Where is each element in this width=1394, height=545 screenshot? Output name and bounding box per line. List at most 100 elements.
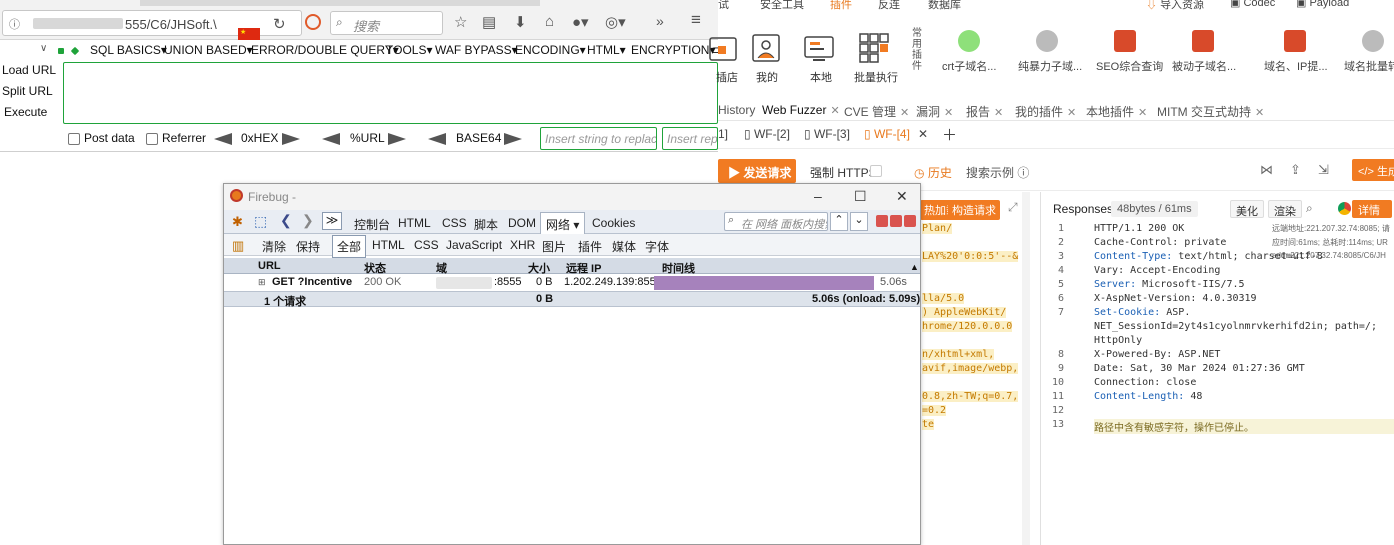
codec-button[interactable]: ▣ Codec [1230,0,1275,9]
detach-panel-icon[interactable] [890,215,902,227]
overflow-icon[interactable]: » [656,13,664,29]
expand-icon[interactable]: ⊞ [258,277,266,288]
domain-batch-plugin-icon[interactable] [1362,30,1384,52]
load-url-button[interactable]: Load URL [2,63,56,77]
info-icon[interactable]: ⓘ [9,16,20,32]
search-example-button[interactable]: 搜索示例 ⓘ [966,164,1029,181]
post-data-checkbox[interactable] [68,133,80,145]
top-menu-database[interactable]: 数据库 [928,0,961,12]
table-row[interactable]: ⊞ GET ?Incentive 200 OK :8555 0 B 1.202.… [224,275,920,291]
tab-script[interactable]: 脚本 [474,216,498,233]
noscript-icon[interactable] [305,14,321,30]
chrome-icon[interactable] [1338,202,1351,215]
add-tab-icon[interactable]: ＋ [942,124,957,145]
back-icon[interactable]: ❮ [280,212,292,229]
forward-icon[interactable]: ❯ [302,212,314,229]
close-icon[interactable]: ✕ [900,107,909,119]
download-icon[interactable]: ⬇ [514,13,527,31]
col-timeline[interactable]: 时间线 [662,260,695,276]
history-button[interactable]: ◷ 历史 [914,164,952,181]
tab-console[interactable]: 控制台 [354,216,390,233]
wf-tab-1[interactable]: 1] [718,127,728,141]
search-box[interactable]: ⌕ 搜索 [330,11,443,35]
col-size[interactable]: 大小 [528,260,550,276]
close-icon[interactable]: ✕ [1138,107,1147,119]
plugin-store-icon[interactable] [708,32,740,64]
tab-dom[interactable]: DOM [508,216,536,230]
minimize-panel-icon[interactable] [876,215,888,227]
menu-error-double-query[interactable]: ERROR/DOUBLE QUERY▾ [251,43,399,57]
referrer-checkbox[interactable] [146,133,158,145]
menu-html[interactable]: HTML▾ [587,43,626,57]
export-icon[interactable]: ⇪ [1290,162,1301,178]
tab-web-fuzzer[interactable]: Web Fuzzer ✕ [762,103,840,117]
filter-css[interactable]: CSS [414,238,439,252]
plugin-seo[interactable]: SEO综合查询 [1096,58,1163,74]
menu-encryption[interactable]: ENCRYPTION▾ [631,43,715,57]
menu-encoding[interactable]: ENCODING▾ [515,43,586,57]
top-menu-reverse[interactable]: 反连 [878,0,900,12]
tab-report[interactable]: 报告 ✕ [966,103,1003,120]
firebug-bug-icon[interactable]: ✱ [232,214,243,230]
seo-plugin-icon[interactable] [1114,30,1136,52]
insert-replacement-input[interactable]: Insert repl [662,127,718,150]
hex-decode-arrow-icon[interactable] [214,133,232,145]
reading-list-icon[interactable]: ▤ [482,13,496,31]
net-search-box[interactable]: ⌕ 在 网络 面板内搜索 [724,212,828,231]
search-prev-icon[interactable]: ⌃ [830,212,848,231]
chevron-down-icon[interactable]: ∨ [40,43,47,54]
bookmark-star-icon[interactable]: ☆ [454,13,467,31]
filter-xhr[interactable]: XHR [510,238,535,252]
my-plugins-icon[interactable] [750,32,782,64]
close-panel-icon[interactable] [904,215,916,227]
filter-fonts[interactable]: 字体 [645,238,669,255]
request-url[interactable]: GET ?Incentive [272,276,352,288]
col-remote-ip[interactable]: 远程 IP [566,260,601,276]
close-icon[interactable]: ✕ [896,188,908,205]
tab-cookies[interactable]: Cookies [592,216,635,230]
top-menu-plugins[interactable]: 插件 [830,0,852,12]
build-request-button[interactable]: 构造请求 [948,200,1000,220]
filter-plugins[interactable]: 插件 [578,238,602,255]
sort-up-icon[interactable]: ▲ [910,262,919,272]
generate-code-button[interactable]: </> 生成 [1352,159,1394,181]
filter-media[interactable]: 媒体 [612,238,636,255]
tab-mitm[interactable]: MITM 交互式劫持 ✕ [1157,103,1264,120]
render-button[interactable]: 渲染 [1268,200,1302,218]
tab-my-plugins[interactable]: 我的插件 ✕ [1015,103,1076,120]
bruteforce-plugin-icon[interactable] [1036,30,1058,52]
url-text[interactable]: 555/C6/JHSoft.\ [125,17,217,32]
local-plugins-icon[interactable] [803,32,835,64]
close-icon[interactable]: ✕ [1067,107,1076,119]
filter-html[interactable]: HTML [372,238,405,252]
details-button[interactable]: 详情 [1352,200,1392,218]
hackbar-enable-icon[interactable] [70,46,80,56]
tab-cve[interactable]: CVE 管理 ✕ [844,103,909,120]
net-menu-icon[interactable]: ▥ [232,238,244,254]
domain-ip-plugin-icon[interactable] [1284,30,1306,52]
home-icon[interactable]: ⌂ [545,13,554,30]
proxy-icon[interactable]: ●▾ [572,13,589,31]
split-url-button[interactable]: Split URL [2,84,53,98]
insert-replace-input[interactable]: Insert string to replace [540,127,657,150]
top-menu-partial[interactable]: 试 [718,0,729,12]
col-domain[interactable]: 域 [436,260,447,276]
reload-icon[interactable]: ↻ [273,15,286,33]
tab-net[interactable]: 网络 ▾ [540,212,586,234]
search-next-icon[interactable]: ⌄ [850,212,868,231]
menu-waf-bypass[interactable]: WAF BYPASS▾ [435,43,518,57]
base64-decode-arrow-icon[interactable] [428,133,446,145]
send-request-button[interactable]: ▶ 发送请求 [718,159,796,183]
menu-icon[interactable]: ≡ [691,10,701,30]
filter-images[interactable]: 图片 [542,238,566,255]
plugin-crt[interactable]: crt子域名... [942,58,996,74]
share-icon[interactable]: ⋈ [1260,162,1273,178]
wf-tab-3[interactable]: ▯ WF-[3] [804,127,850,141]
filter-javascript[interactable]: JavaScript [446,238,502,252]
hackbar-toggle-icon[interactable] [58,48,64,54]
url-bar[interactable]: ⓘ 555/C6/JHSoft.\ ★ ↻ [2,10,302,42]
url-decode-arrow-icon[interactable] [322,133,340,145]
minimize-icon[interactable]: – [814,188,822,204]
url-encode-arrow-icon[interactable] [388,133,406,145]
plugin-domain-batch[interactable]: 域名批量转... [1344,58,1394,74]
